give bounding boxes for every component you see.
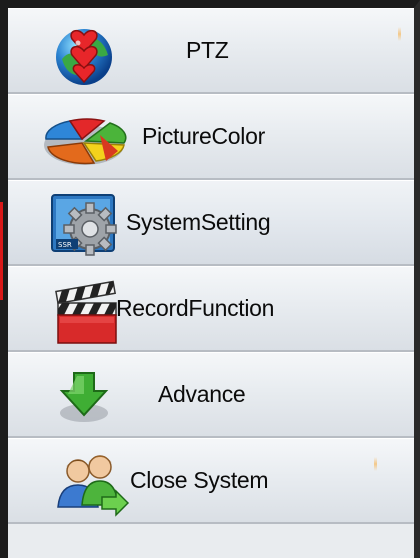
color-pie-icon (40, 105, 127, 171)
menu-item-systemsetting[interactable]: SSR SystemSetting (8, 180, 414, 266)
menu-item-label: RecordFunction (116, 295, 275, 321)
green-down-arrow-icon (54, 363, 126, 429)
menu-item-advance[interactable]: Advance (8, 352, 414, 438)
menu-item-close-system[interactable]: Close System (8, 438, 414, 524)
system-gear-icon: SSR (48, 191, 120, 257)
selection-marker (0, 202, 3, 300)
menu-item-label: SystemSetting (126, 209, 271, 235)
gloss-sparkle (374, 457, 377, 471)
menu-item-picturecolor[interactable]: PictureColor (8, 94, 414, 180)
menu-item-recordfunction[interactable]: RecordFunction (8, 266, 414, 352)
clapperboard-icon (52, 277, 124, 344)
svg-text:SSR: SSR (58, 241, 72, 249)
menu-item-label: PTZ (186, 37, 229, 63)
gloss-sparkle (398, 27, 401, 41)
menu-item-label: Close System (130, 467, 269, 493)
ptz-globe-hearts-icon (48, 19, 120, 85)
main-menu: PTZ PictureColor SSR SystemSetting Recor… (8, 8, 414, 558)
menu-item-ptz[interactable]: PTZ (8, 8, 414, 94)
menu-panel: PTZ PictureColor SSR SystemSetting Recor… (0, 0, 420, 558)
users-exit-icon (52, 449, 130, 517)
menu-item-label: Advance (158, 381, 246, 407)
menu-item-label: PictureColor (142, 123, 265, 149)
